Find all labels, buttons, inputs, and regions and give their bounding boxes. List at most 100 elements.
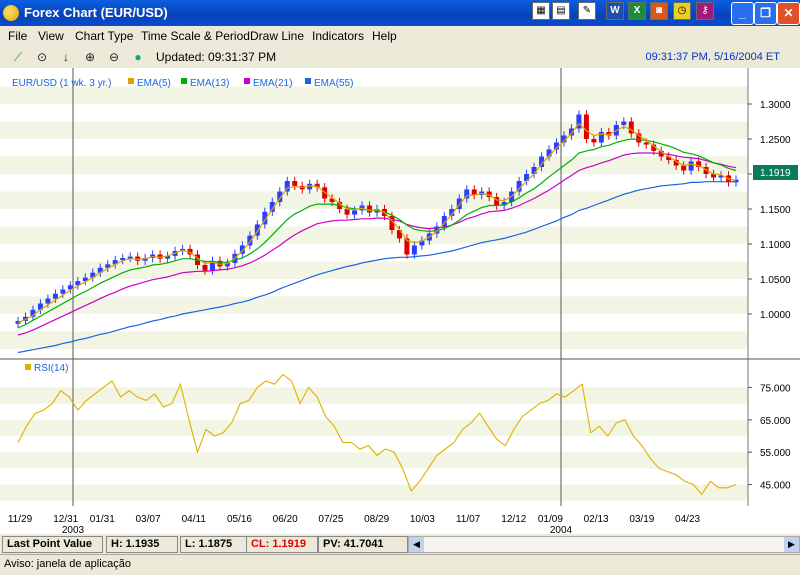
- x-tick-label: 02/13: [584, 514, 609, 525]
- legend-swatch-ema55: [305, 78, 311, 84]
- last-value-label: 1.1919: [760, 168, 791, 179]
- rsi-band: [0, 452, 748, 469]
- x-tick-label: 11/07: [456, 514, 481, 525]
- price-band: [0, 244, 748, 262]
- x-tick-label: 11/29: [8, 514, 33, 525]
- scroll-left-button[interactable]: ◀: [409, 537, 424, 552]
- arrow-down-icon[interactable]: ↓: [58, 49, 74, 65]
- candle-body: [591, 139, 597, 143]
- maximize-button[interactable]: ❐: [754, 2, 777, 25]
- value-status-row: Last Point Value H: 1.1935 L: 1.1875 CL:…: [0, 534, 800, 554]
- legend-ema21: EMA(21): [253, 78, 292, 89]
- rsi-band: [0, 484, 748, 501]
- scroll-right-button[interactable]: ▶: [784, 537, 799, 552]
- zoom-in-icon[interactable]: ⊕: [82, 49, 98, 65]
- legend-ema55: EMA(55): [314, 78, 353, 89]
- current-datetime: 09:31:37 PM, 5/16/2004 ET: [645, 51, 780, 63]
- grid-icon[interactable]: ▦: [532, 2, 550, 20]
- chart-area[interactable]: 1.30001.25001.20001.15001.10001.05001.00…: [0, 68, 800, 534]
- price-tick-label: 1.1500: [760, 205, 791, 216]
- menu-view[interactable]: View: [38, 29, 64, 43]
- candle-body: [292, 181, 298, 186]
- close-value: CL: 1.1919: [246, 536, 318, 553]
- price-band: [0, 331, 748, 349]
- rsi-band: [0, 419, 748, 436]
- rsi-tick-label: 75.000: [760, 383, 791, 394]
- document-icon[interactable]: ▤: [552, 2, 570, 20]
- x-tick-label: 04/11: [182, 514, 207, 525]
- last-value-tag: 1.1919: [753, 165, 798, 180]
- menu-bar: File View Chart Type Time Scale & Period…: [0, 26, 800, 46]
- price-band: [0, 104, 748, 122]
- notepad-icon[interactable]: ✎: [578, 2, 596, 20]
- candle-body: [688, 161, 694, 171]
- clock-icon[interactable]: ◷: [673, 2, 691, 20]
- price-band: [0, 261, 748, 279]
- x-tick-label: 06/20: [273, 514, 298, 525]
- rsi-chart-title: RSI(14): [34, 363, 68, 374]
- menu-chart-type[interactable]: Chart Type: [75, 29, 133, 43]
- excel-icon[interactable]: X: [628, 2, 646, 20]
- globe-icon[interactable]: ●: [130, 49, 146, 65]
- legend-ema13: EMA(13): [190, 78, 229, 89]
- price-tick-label: 1.3000: [760, 100, 791, 111]
- horizontal-scrollbar[interactable]: ◀ ▶: [408, 536, 800, 553]
- legend-swatch-rsi: [25, 364, 31, 370]
- x-tick-label: 03/07: [136, 514, 161, 525]
- legend-ema5: EMA(5): [137, 78, 171, 89]
- high-value: H: 1.1935: [106, 536, 178, 553]
- candle: [583, 110, 589, 144]
- key-icon[interactable]: ⚷: [696, 2, 714, 20]
- draw-line-icon[interactable]: ⟋: [10, 49, 26, 65]
- last-point-label: Last Point Value: [2, 536, 103, 553]
- candle-body: [681, 165, 687, 171]
- menu-file[interactable]: File: [8, 29, 27, 43]
- x-tick-label: 05/16: [227, 514, 252, 525]
- price-band: [0, 121, 748, 139]
- price-band: [0, 191, 748, 209]
- x-tick-label: 12/31: [53, 514, 78, 525]
- candle-body: [60, 289, 66, 294]
- updated-time: Updated: 09:31:37 PM: [156, 50, 277, 64]
- price-band: [0, 226, 748, 244]
- x-tick-label: 10/03: [410, 514, 435, 525]
- legend-swatch-ema13: [181, 78, 187, 84]
- powerpoint-icon[interactable]: ◙: [650, 2, 668, 20]
- candle-body: [411, 245, 417, 255]
- price-band: [0, 296, 748, 314]
- x-tick-label: 08/29: [364, 514, 389, 525]
- menu-indicators[interactable]: Indicators: [312, 29, 364, 43]
- price-band: [0, 156, 748, 174]
- price-band: [0, 314, 748, 332]
- close-button[interactable]: ✕: [777, 2, 800, 25]
- zoom-out-icon[interactable]: ⊖: [106, 49, 122, 65]
- price-bands: [0, 86, 748, 349]
- pv-value: PV: 41.7041: [318, 536, 408, 553]
- status-bar: Aviso: janela de aplicação: [0, 554, 800, 575]
- rsi-band: [0, 371, 748, 388]
- menu-draw-line[interactable]: Draw Line: [250, 29, 304, 43]
- rsi-tick-label: 55.000: [760, 448, 791, 459]
- crosshair-icon[interactable]: ⊙: [34, 49, 50, 65]
- x-year-label: 2003: [62, 525, 85, 534]
- candle-body: [352, 210, 358, 215]
- price-band: [0, 174, 748, 192]
- legend-swatch-ema5: [128, 78, 134, 84]
- x-tick-label: 07/25: [318, 514, 343, 525]
- toolbar: ⟋ ⊙ ↓ ⊕ ⊖ ● Updated: 09:31:37 PM 09:31:3…: [0, 46, 800, 69]
- app-icon: [3, 5, 19, 21]
- minimize-button[interactable]: _: [731, 2, 754, 25]
- rsi-tick-label: 65.000: [760, 416, 791, 427]
- candle-body: [621, 121, 627, 125]
- menu-time-scale[interactable]: Time Scale & Period: [141, 29, 250, 43]
- word-icon[interactable]: W: [606, 2, 624, 20]
- price-band: [0, 86, 748, 104]
- price-tick-label: 1.1000: [760, 240, 791, 251]
- candle-body: [45, 298, 51, 304]
- rsi-band: [0, 468, 748, 485]
- menu-help[interactable]: Help: [372, 29, 397, 43]
- candle-body: [531, 167, 537, 174]
- status-message: Aviso: janela de aplicação: [4, 558, 131, 570]
- candle-body: [367, 205, 373, 213]
- window-title: Forex Chart (EUR/USD): [24, 5, 168, 20]
